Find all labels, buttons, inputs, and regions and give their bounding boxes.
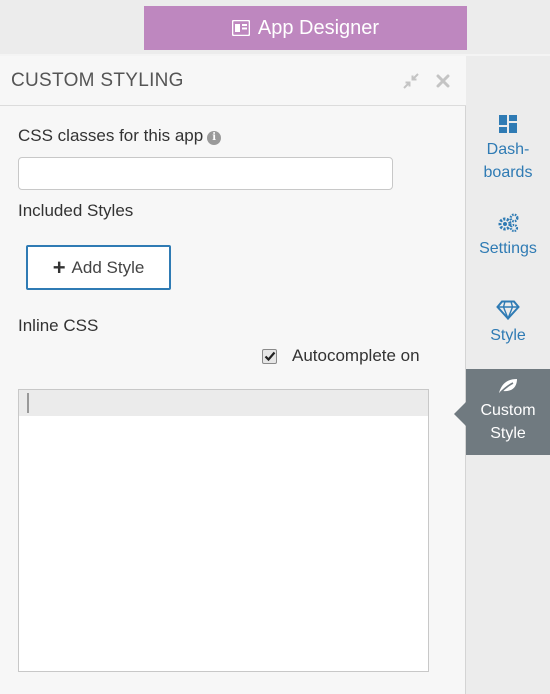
inline-css-label: Inline CSS [18, 316, 99, 335]
dashboards-icon [498, 114, 518, 134]
autocomplete-toggle: Autocomplete on [262, 346, 420, 366]
leaf-icon [497, 377, 519, 395]
sidebar-item-settings[interactable]: Settings [466, 213, 550, 260]
custom-styling-panel: CUSTOM STYLING CSS classes for this app i… [0, 56, 466, 694]
collapse-icon[interactable] [402, 72, 420, 90]
included-styles-label: Included Styles [18, 201, 134, 220]
editor-active-line [19, 390, 428, 416]
panel-title: CUSTOM STYLING [11, 69, 184, 91]
sidebar-item-dashboards[interactable]: Dash- boards [466, 114, 550, 184]
panel-header: CUSTOM STYLING [0, 56, 466, 106]
active-indicator-arrow [454, 402, 466, 426]
top-bar: App Designer [0, 0, 550, 54]
sidebar-item-dashboards-line1: Dash- [486, 141, 530, 158]
diamond-icon [496, 300, 520, 320]
sidebar-item-custom-style-line1: Custom [480, 402, 536, 419]
close-icon[interactable] [434, 72, 452, 90]
sidebar-item-custom-style[interactable]: Custom Style [454, 369, 550, 455]
sidebar-item-style-label: Style [490, 327, 526, 344]
sidebar-item-settings-label: Settings [479, 240, 537, 257]
add-style-button[interactable]: + Add Style [26, 245, 171, 290]
app-designer-label: App Designer [257, 16, 380, 39]
app-designer-button[interactable]: App Designer [144, 6, 467, 50]
check-icon [264, 351, 275, 361]
add-style-label: Add Style [71, 257, 145, 277]
css-classes-input[interactable] [18, 157, 393, 190]
info-icon[interactable]: i [207, 130, 222, 145]
autocomplete-checkbox[interactable] [262, 348, 277, 364]
plus-icon: + [52, 254, 66, 280]
app-designer-icon [231, 20, 250, 36]
cogs-icon [497, 213, 519, 233]
sidebar-item-dashboards-line2: boards [483, 164, 533, 181]
css-classes-label: CSS classes for this app i [18, 126, 222, 146]
css-classes-label-text: CSS classes for this app [18, 126, 204, 145]
panel-header-actions [402, 72, 452, 90]
autocomplete-label: Autocomplete on [292, 346, 420, 365]
sidebar-item-custom-style-line2: Style [490, 425, 526, 442]
designer-sidebar: Dash- boards Settings Style Custom Style [454, 56, 550, 694]
editor-cursor [27, 393, 29, 413]
inline-css-editor[interactable] [18, 389, 429, 672]
sidebar-item-style[interactable]: Style [466, 300, 550, 347]
